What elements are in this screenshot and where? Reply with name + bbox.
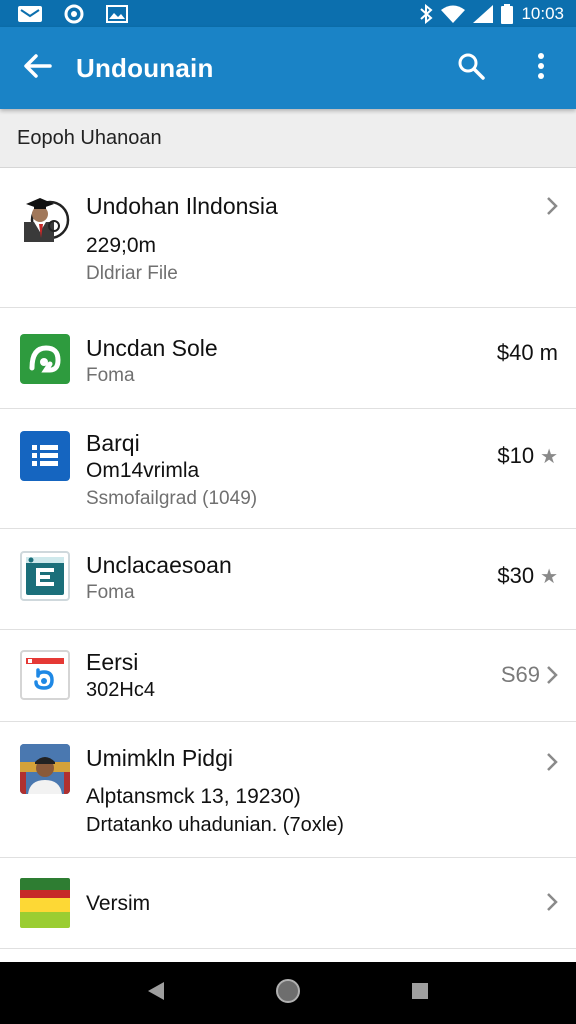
item-title: Versim: [86, 892, 151, 915]
star-icon[interactable]: ★: [540, 444, 558, 469]
list-item[interactable]: Unclacaesoan Foma $30 ★: [0, 529, 576, 630]
item-title: Barqi: [86, 430, 140, 456]
list-item[interactable]: Umimkln Pidgi Alptansmck 13, 19230) Drta…: [0, 722, 576, 858]
wifi-icon: [441, 5, 466, 23]
chevron-right-icon: [546, 892, 558, 912]
image-icon: [106, 4, 128, 23]
list-item[interactable]: Eersi 302Hc4 S69: [0, 630, 576, 722]
item-title: Undohan Ilndonsia: [86, 193, 278, 219]
chevron-right-icon: [546, 196, 558, 216]
more-options-button[interactable]: [506, 27, 576, 109]
document-app-icon: [20, 551, 70, 601]
recents-square-icon: [411, 982, 429, 1005]
mail-icon: [18, 5, 42, 22]
item-price: $30: [497, 563, 535, 588]
signal-icon: [473, 4, 494, 23]
arrow-back-icon: [24, 53, 52, 83]
item-subtitle: Foma: [86, 582, 135, 603]
status-time: 10:03: [521, 3, 564, 23]
red-blue-app-icon: [20, 650, 70, 700]
flag-icon: [20, 878, 70, 928]
person-photo-icon: [20, 744, 70, 794]
battery-icon: [501, 3, 514, 24]
item-price: $40 m: [496, 340, 558, 365]
nav-recents-button[interactable]: [390, 963, 450, 1023]
more-vert-icon: [537, 52, 545, 84]
item-subtitle: Ssmofailgrad (1049): [86, 488, 258, 509]
home-circle-icon: [275, 978, 301, 1009]
back-button[interactable]: [0, 27, 76, 109]
list-app-icon: [20, 431, 70, 481]
circle-notification-icon: [64, 4, 84, 24]
status-bar: 10:03: [0, 0, 576, 27]
list-item[interactable]: Barqi Om14vrimla Ssmofailgrad (1049) $10…: [0, 409, 576, 529]
item-price: $10: [497, 443, 535, 468]
bluetooth-icon: [419, 3, 433, 24]
search-icon: [457, 52, 485, 85]
item-list: Undohan Ilndonsia 229;0m Dldriar File Un…: [0, 168, 576, 949]
page-title: Undounain: [76, 52, 214, 83]
nav-back-button[interactable]: [126, 963, 186, 1023]
item-subtitle: Dldriar File: [86, 263, 178, 284]
item-title: Uncdan Sole: [86, 335, 218, 361]
item-subtitle: Foma: [86, 365, 135, 386]
star-icon[interactable]: ★: [540, 564, 558, 589]
item-price: S69: [500, 662, 540, 687]
back-triangle-icon: [146, 980, 166, 1007]
item-subtitle: 302Hc4: [86, 679, 155, 701]
item-title: Unclacaesoan: [86, 552, 232, 578]
system-nav-bar: [0, 962, 576, 1024]
list-item[interactable]: Undohan Ilndonsia 229;0m Dldriar File: [0, 168, 576, 308]
section-header: Eopoh Uhanoan: [0, 109, 576, 168]
list-item[interactable]: Versim: [0, 858, 576, 949]
item-detail: Om14vrimla: [86, 459, 200, 482]
chevron-right-icon: [546, 665, 558, 685]
graduate-avatar-icon: [20, 192, 70, 242]
item-title: Umimkln Pidgi: [86, 745, 233, 771]
item-detail: 229;0m: [86, 234, 157, 257]
app-bar: Undounain: [0, 27, 576, 109]
item-title: Eersi: [86, 649, 139, 675]
search-button[interactable]: [436, 27, 506, 109]
item-subtitle: Drtatanko uhadunian. (7oxle): [86, 814, 344, 836]
list-item[interactable]: Uncdan Sole Foma $40 m: [0, 308, 576, 409]
item-detail: Alptansmck 13, 19230): [86, 785, 301, 808]
nav-home-button[interactable]: [258, 963, 318, 1023]
chevron-right-icon: [546, 752, 558, 772]
green-app-icon: [20, 334, 70, 384]
